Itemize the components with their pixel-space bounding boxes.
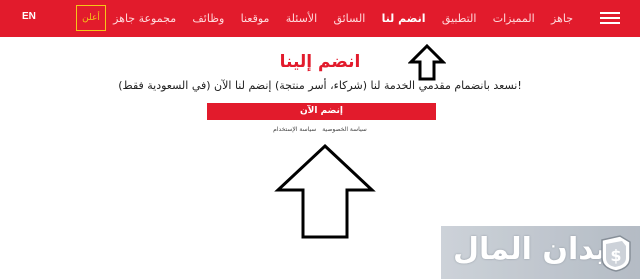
hamburger-menu-icon[interactable] xyxy=(600,12,620,25)
nav-item-jahez[interactable]: جاهز xyxy=(551,12,573,25)
page-title: انضم إلينا xyxy=(279,52,361,72)
language-switch[interactable]: EN xyxy=(22,11,36,22)
legal-links: سياسة الخصوصية سياسة الإستخدام xyxy=(0,126,640,133)
join-description: !نسعد بانضمام مقدمي الخدمة لنا (شركاء، أ… xyxy=(118,79,522,92)
nav-item-app[interactable]: التطبيق xyxy=(442,12,477,25)
nav-item-jobs[interactable]: وظائف xyxy=(192,12,224,25)
nav-item-faq[interactable]: الأسئلة xyxy=(286,12,317,25)
nav-links: جاهز المميزات التطبيق انضم لنا السائق ال… xyxy=(113,0,573,37)
nav-item-join-us[interactable]: انضم لنا xyxy=(382,12,426,25)
svg-text:$: $ xyxy=(610,246,621,265)
top-nav-bar: EN أعلن جاهز المميزات التطبيق انضم لنا ا… xyxy=(0,0,640,37)
terms-of-use-link[interactable]: سياسة الإستخدام xyxy=(273,126,316,133)
watermark: ميدان المال $ xyxy=(441,226,640,279)
dollar-shield-logo-icon: $ xyxy=(601,235,631,272)
nav-item-features[interactable]: المميزات xyxy=(493,12,535,25)
nav-item-driver[interactable]: السائق xyxy=(333,12,365,25)
nav-item-jahez-group[interactable]: مجموعة جاهز xyxy=(113,12,176,25)
advertise-button[interactable]: أعلن xyxy=(76,5,106,31)
nav-item-location[interactable]: موقعنا xyxy=(241,12,270,25)
up-arrow-icon xyxy=(274,143,376,239)
up-arrow-icon xyxy=(408,44,446,81)
privacy-policy-link[interactable]: سياسة الخصوصية xyxy=(322,126,367,133)
join-now-button[interactable]: إنضم الآن xyxy=(207,103,436,120)
